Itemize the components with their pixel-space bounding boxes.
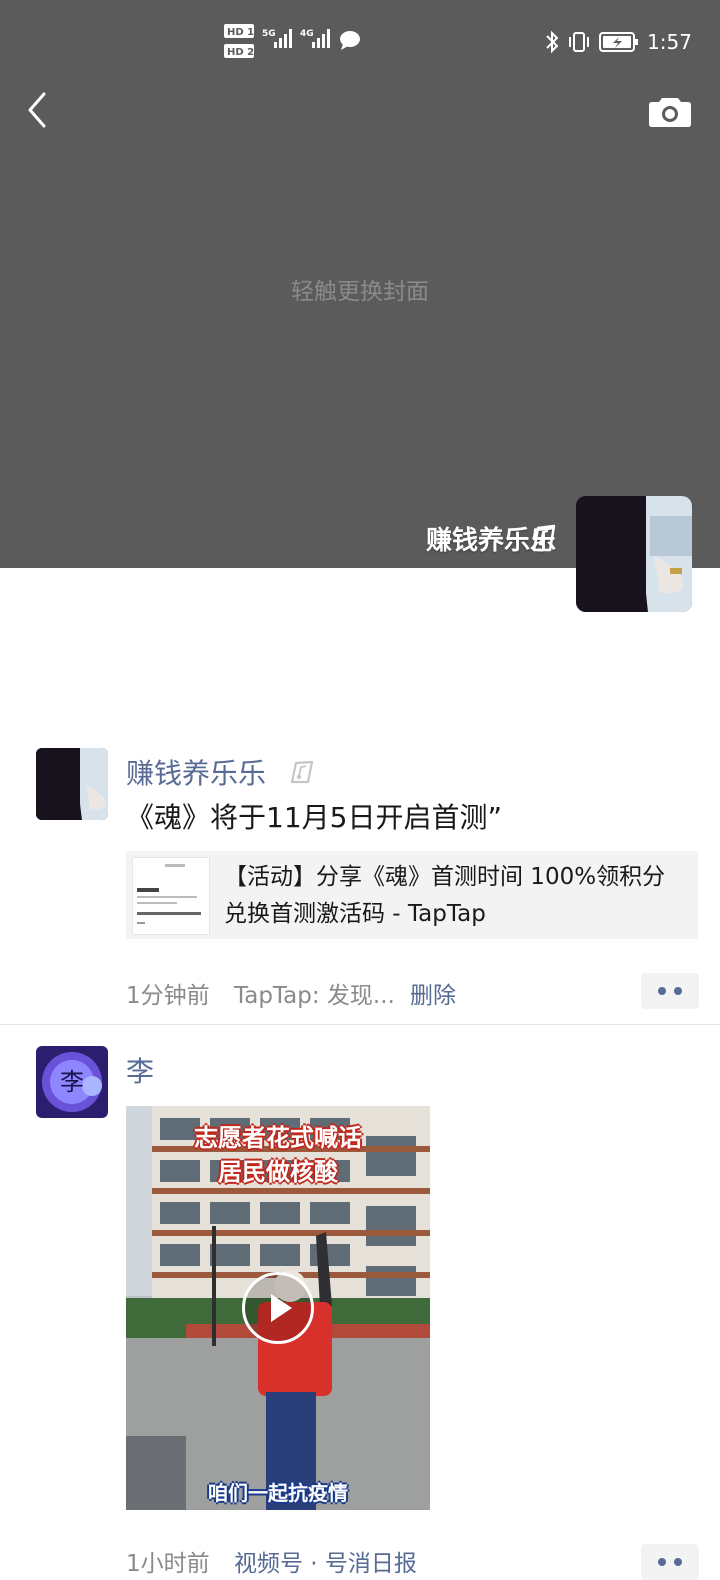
camera-icon [649,98,691,127]
status-bar: HD 1 HD 2 5G 4G 1:57 [0,0,720,80]
more-options-button[interactable] [641,1544,699,1580]
clock: 1:57 [647,30,692,54]
post-source[interactable]: TapTap: 发现... [234,976,395,1010]
post-time: 1分钟前 [126,983,210,1009]
video-caption-bottom: 咱们一起抗疫情 [208,1481,348,1505]
post-text: 《魂》将于11月5日开启首测” [126,801,502,834]
avatar[interactable]: 李 [36,1046,108,1118]
music-note-badge-icon[interactable] [532,524,558,552]
play-icon [271,1294,292,1322]
link-card[interactable]: 【活动】分享《魂》首测时间 100%领积分兑换首测激活码 - TapTap [126,851,698,939]
link-thumbnail [132,857,210,935]
svg-text:5G: 5G [262,29,276,39]
play-button[interactable] [242,1272,314,1344]
more-dot [658,987,666,995]
back-button[interactable] [22,90,58,130]
post-author[interactable]: 李 [126,1050,154,1090]
svg-text:HD 2: HD 2 [227,47,254,58]
post-source[interactable]: 视频号 · 号消日报 [234,1544,417,1578]
more-dot [674,987,682,995]
delete-button[interactable]: 删除 [410,976,456,1010]
more-options-button[interactable] [641,973,699,1009]
video-caption: 居民做核酸 [218,1158,338,1186]
svg-text:HD 1: HD 1 [227,27,254,38]
divider [0,1024,720,1025]
profile-avatar[interactable] [576,496,692,612]
chevron-left-icon [28,92,46,128]
video-thumbnail[interactable]: 志愿者花式喊话 居民做核酸 咱们一起抗疫情 [126,1106,430,1510]
battery-icon [599,32,639,52]
cover-hint[interactable]: 轻触更换封面 [0,272,720,306]
more-dot [658,1558,666,1566]
svg-text:4G: 4G [300,29,314,39]
more-dot [674,1558,682,1566]
video-caption: 志愿者花式喊话 [194,1124,362,1152]
avatar-char: 李 [60,1068,84,1096]
avatar[interactable] [36,748,108,820]
signal-icon: HD 1 HD 2 5G 4G [224,24,360,58]
post-time: 1小时前 [126,1551,210,1577]
camera-button[interactable] [648,94,692,128]
vibrate-icon [569,32,590,52]
status-right: 1:57 [545,28,692,56]
link-title: 【活动】分享《魂》首测时间 100%领积分兑换首测激活码 - TapTap [224,864,666,927]
music-note-badge-icon [290,760,314,784]
bluetooth-icon [546,30,559,54]
post-author[interactable]: 赚钱养乐乐 [126,752,266,792]
